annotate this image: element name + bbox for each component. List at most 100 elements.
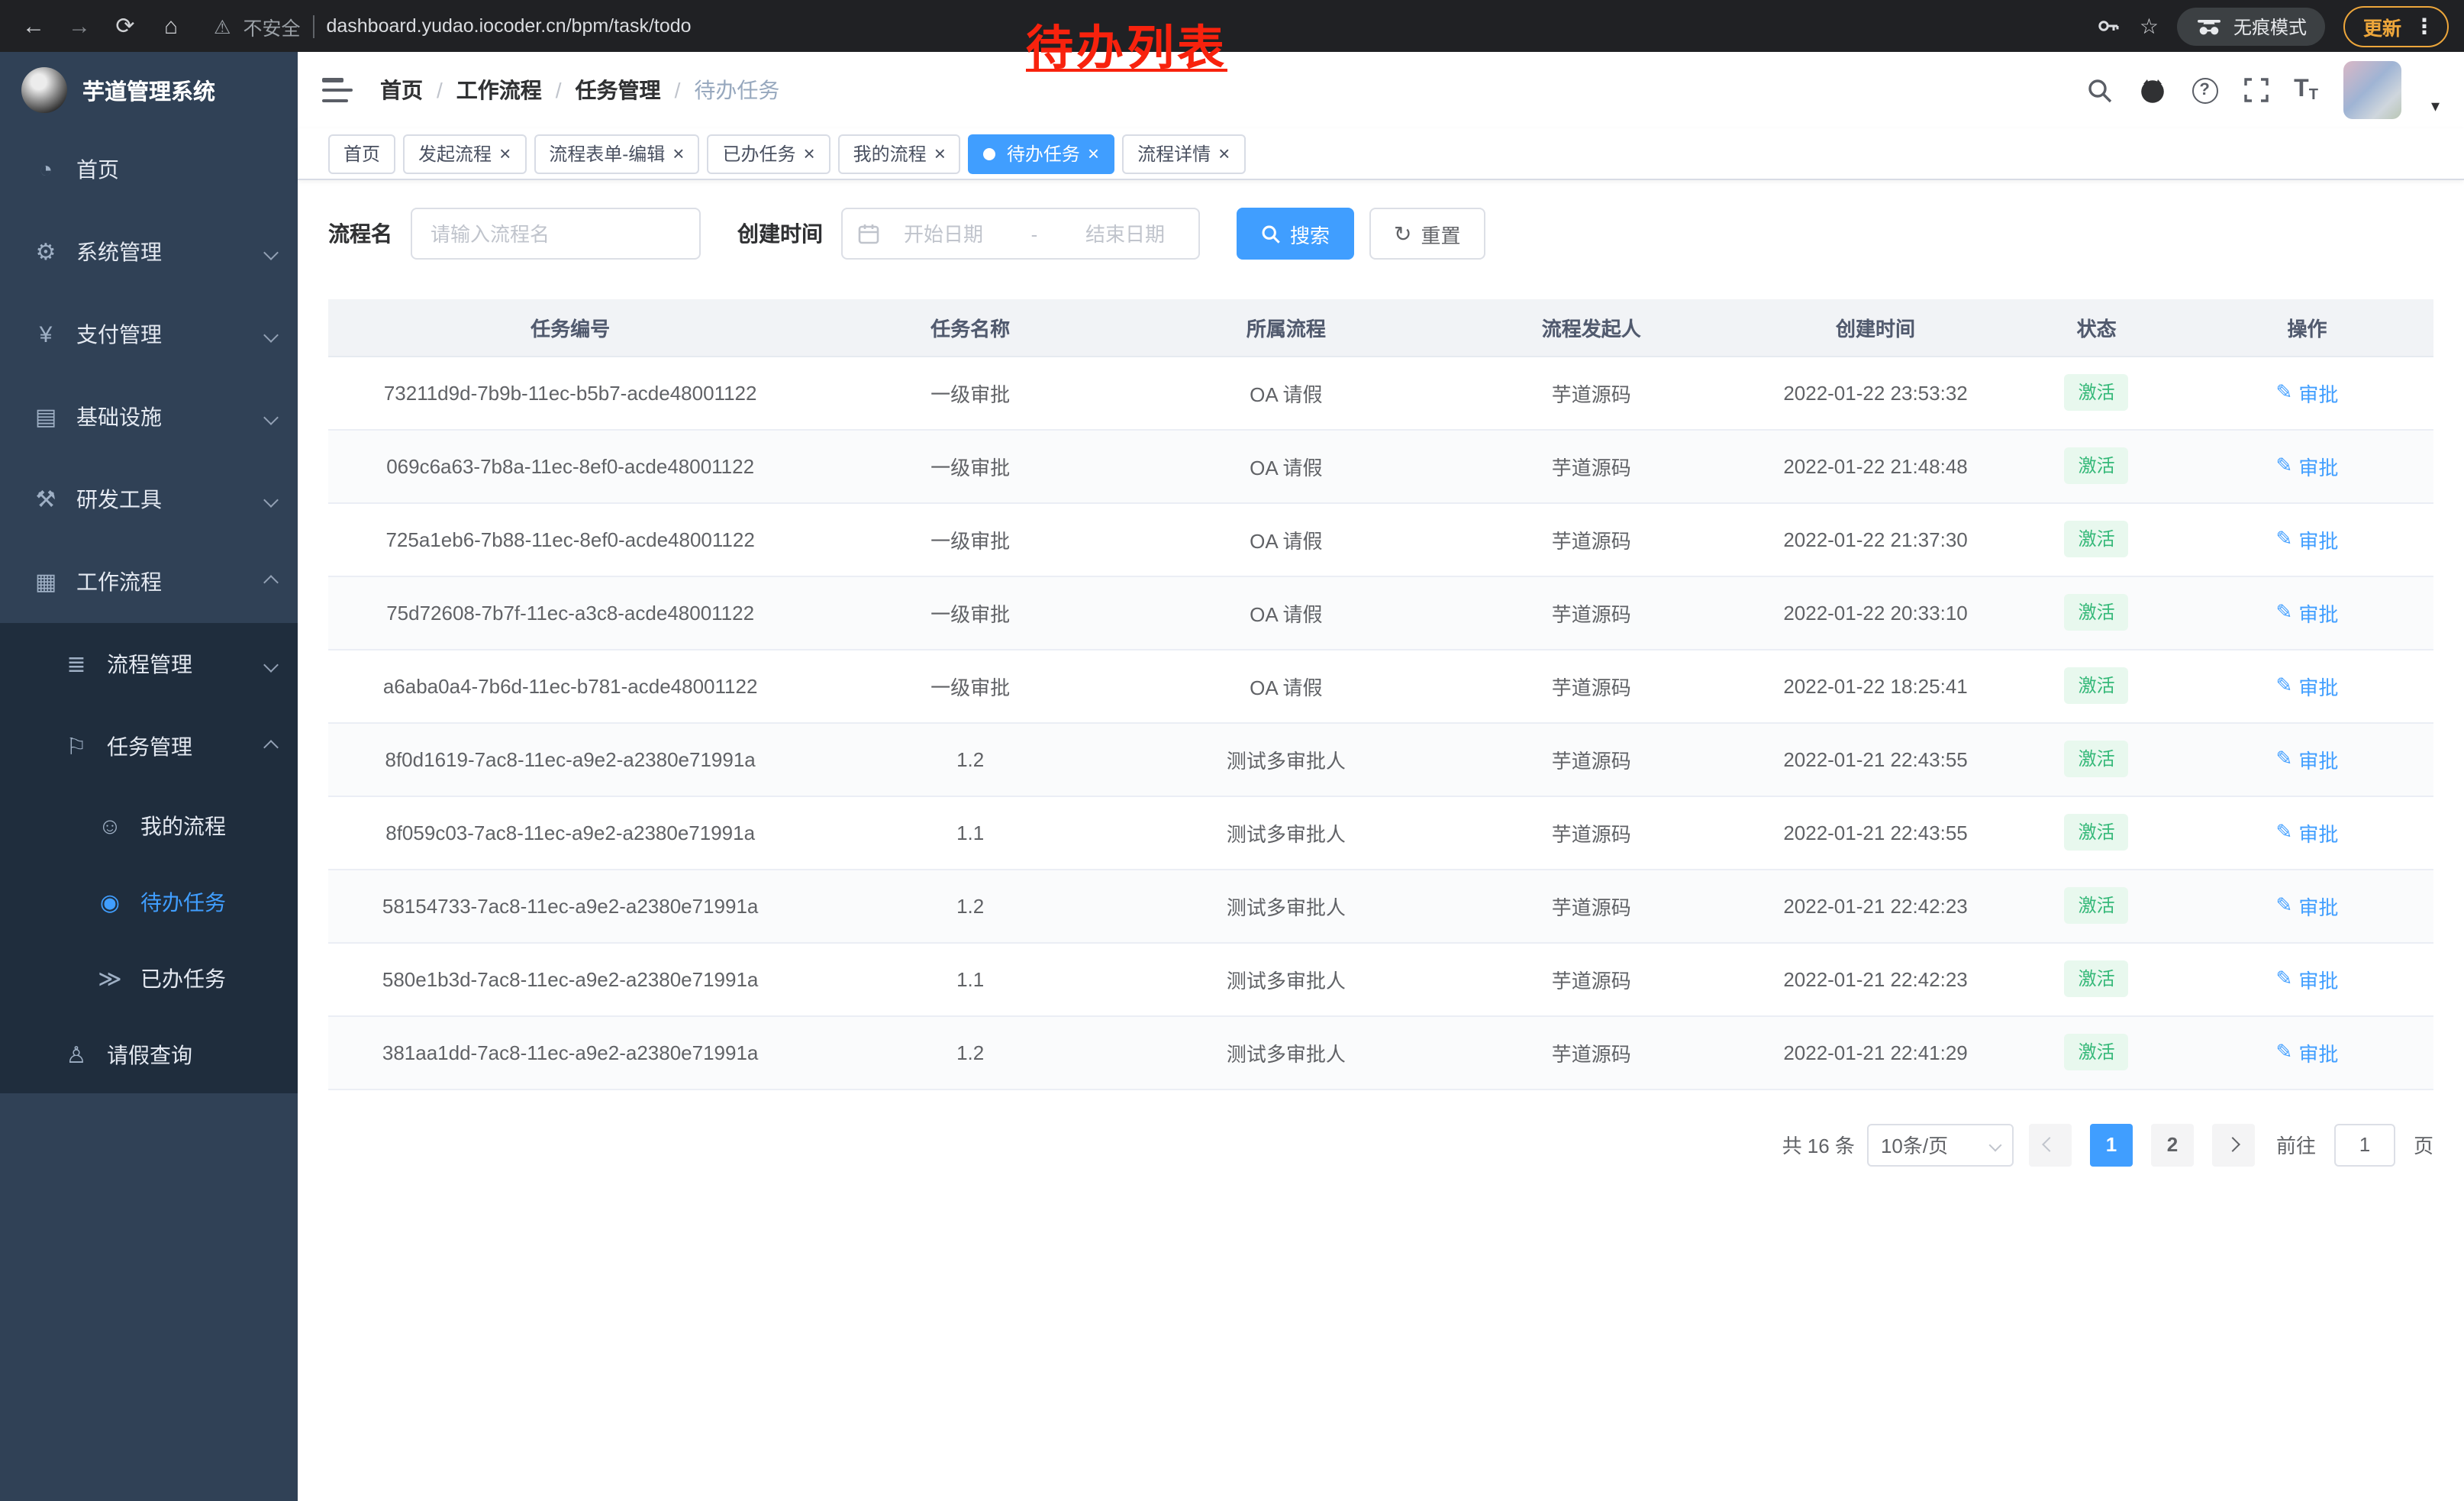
actions-cell: ✎审批: [2181, 576, 2433, 649]
sidebar-item-infra[interactable]: ▤ 基础设施: [0, 376, 298, 458]
close-icon[interactable]: ×: [1218, 144, 1230, 163]
sidebar-item-workflow[interactable]: ▦ 工作流程: [0, 541, 298, 623]
edit-icon: ✎: [2276, 527, 2293, 551]
update-button[interactable]: 更新 ⋮: [2343, 5, 2449, 47]
status-cell: 激活: [2012, 356, 2181, 429]
approve-link[interactable]: ✎审批: [2276, 744, 2339, 773]
page-size-select[interactable]: 10条/页: [1867, 1123, 2014, 1166]
eye-icon: ◉: [95, 889, 125, 916]
sidebar-item-leave-query[interactable]: ♙ 请假查询: [0, 1017, 298, 1093]
back-icon[interactable]: ←: [15, 8, 52, 44]
col-created: 创建时间: [1739, 299, 2013, 356]
approve-link[interactable]: ✎审批: [2276, 1038, 2339, 1067]
security-label[interactable]: 不安全: [243, 11, 300, 40]
start-date-input[interactable]: [885, 222, 1001, 245]
search-button[interactable]: 搜索: [1237, 208, 1354, 260]
edit-icon: ✎: [2276, 380, 2293, 405]
fullscreen-icon[interactable]: [2243, 78, 2268, 102]
approve-link[interactable]: ✎审批: [2276, 891, 2339, 920]
goto-label: 前往: [2276, 1130, 2316, 1159]
actions-cell: ✎审批: [2181, 722, 2433, 796]
page-2-button[interactable]: 2: [2151, 1123, 2194, 1166]
page-unit-label: 页: [2414, 1130, 2433, 1159]
sidebar-item-devtools[interactable]: ⚒ 研发工具: [0, 458, 298, 541]
approve-link[interactable]: ✎审批: [2276, 964, 2339, 993]
flag-icon: ⚐: [61, 733, 92, 760]
sidebar-item-system[interactable]: ⚙ 系统管理: [0, 211, 298, 293]
close-icon[interactable]: ×: [934, 144, 946, 163]
close-icon[interactable]: ×: [499, 144, 511, 163]
page-1-button[interactable]: 1: [2090, 1123, 2133, 1166]
process-cell: OA 请假: [1128, 429, 1444, 502]
task-id-cell: 75d72608-7b7f-11ec-a3c8-acde48001122: [328, 576, 812, 649]
chevron-up-icon: [263, 739, 279, 754]
task-name-cell: 1.2: [812, 1015, 1128, 1089]
initiator-cell: 芋道源码: [1444, 796, 1739, 869]
process-name-input[interactable]: [411, 208, 701, 260]
breadcrumb-workflow[interactable]: 工作流程: [456, 75, 542, 105]
tab-done-task[interactable]: 已办任务 ×: [707, 134, 830, 173]
caret-down-icon[interactable]: ▾: [2431, 96, 2440, 119]
search-icon[interactable]: [2086, 77, 2112, 103]
status-cell: 激活: [2012, 869, 2181, 942]
status-badge: 激活: [2065, 374, 2129, 411]
created-cell: 2022-01-22 21:48:48: [1739, 429, 2013, 502]
sidebar-item-done-task[interactable]: ≫ 已办任务: [0, 941, 298, 1017]
sidebar-item-pay[interactable]: ¥ 支付管理: [0, 293, 298, 376]
approve-link[interactable]: ✎审批: [2276, 525, 2339, 554]
approve-link[interactable]: ✎审批: [2276, 598, 2339, 627]
sidebar-item-todo-task[interactable]: ◉ 待办任务: [0, 864, 298, 941]
task-id-cell: 381aa1dd-7ac8-11ec-a9e2-a2380e71991a: [328, 1015, 812, 1089]
sidebar-item-my-process[interactable]: ☺ 我的流程: [0, 788, 298, 864]
tab-my-process[interactable]: 我的流程 ×: [838, 134, 961, 173]
close-icon[interactable]: ×: [1088, 144, 1099, 163]
star-icon[interactable]: ☆: [2140, 13, 2159, 39]
divider: [312, 15, 314, 37]
col-process: 所属流程: [1128, 299, 1444, 356]
search-icon: [1261, 224, 1281, 244]
tab-home[interactable]: 首页: [328, 134, 395, 173]
approve-link[interactable]: ✎审批: [2276, 451, 2339, 480]
kebab-menu-icon[interactable]: ⋮: [2414, 13, 2435, 39]
home-icon[interactable]: ⌂: [153, 8, 189, 44]
tab-todo-task[interactable]: 待办任务 ×: [969, 134, 1114, 173]
approve-link[interactable]: ✎审批: [2276, 671, 2339, 700]
end-date-input[interactable]: [1067, 222, 1183, 245]
tab-start-process[interactable]: 发起流程 ×: [403, 134, 526, 173]
help-icon[interactable]: ?: [2191, 77, 2217, 103]
edit-icon: ✎: [2276, 893, 2293, 918]
url-text[interactable]: dashboard.yudao.iocoder.cn/bpm/task/todo: [326, 15, 691, 37]
reload-icon[interactable]: ⟳: [107, 8, 144, 44]
date-range-picker[interactable]: -: [841, 208, 1200, 260]
sidebar-item-task-mgmt[interactable]: ⚐ 任务管理: [0, 705, 298, 788]
tools-icon: ⚒: [31, 486, 61, 513]
table-row: 069c6a63-7b8a-11ec-8ef0-acde48001122 一级审…: [328, 429, 2433, 502]
sidebar-item-home[interactable]: ◔ 首页: [0, 128, 298, 211]
created-cell: 2022-01-22 18:25:41: [1739, 649, 2013, 722]
sidebar-item-process-mgmt[interactable]: ≣ 流程管理: [0, 623, 298, 705]
goto-page-input[interactable]: [2334, 1123, 2395, 1166]
next-page-button[interactable]: [2212, 1123, 2255, 1166]
task-id-cell: 73211d9d-7b9b-11ec-b5b7-acde48001122: [328, 356, 812, 429]
approve-link[interactable]: ✎审批: [2276, 378, 2339, 407]
approve-link[interactable]: ✎审批: [2276, 818, 2339, 847]
hamburger-icon[interactable]: [322, 78, 353, 102]
tab-form-edit[interactable]: 流程表单-编辑 ×: [534, 134, 699, 173]
status-badge: 激活: [2065, 887, 2129, 924]
font-size-icon[interactable]: TT: [2294, 76, 2318, 104]
chevron-down-icon: [263, 492, 279, 507]
breadcrumb-home[interactable]: 首页: [380, 75, 423, 105]
prev-page-button[interactable]: [2029, 1123, 2072, 1166]
github-icon[interactable]: [2138, 77, 2166, 103]
initiator-cell: 芋道源码: [1444, 429, 1739, 502]
reset-button[interactable]: ↻ 重置: [1369, 208, 1485, 260]
close-icon[interactable]: ×: [803, 144, 814, 163]
breadcrumb-task-mgmt[interactable]: 任务管理: [576, 75, 661, 105]
close-icon[interactable]: ×: [672, 144, 684, 163]
avatar[interactable]: [2344, 61, 2402, 119]
tab-process-detail[interactable]: 流程详情 ×: [1122, 134, 1245, 173]
forward-icon[interactable]: →: [61, 8, 98, 44]
app-logo[interactable]: 芋道管理系统: [0, 52, 298, 128]
key-icon[interactable]: [2097, 14, 2121, 38]
chrome-actions: ☆ 无痕模式 更新 ⋮: [2097, 5, 2449, 47]
